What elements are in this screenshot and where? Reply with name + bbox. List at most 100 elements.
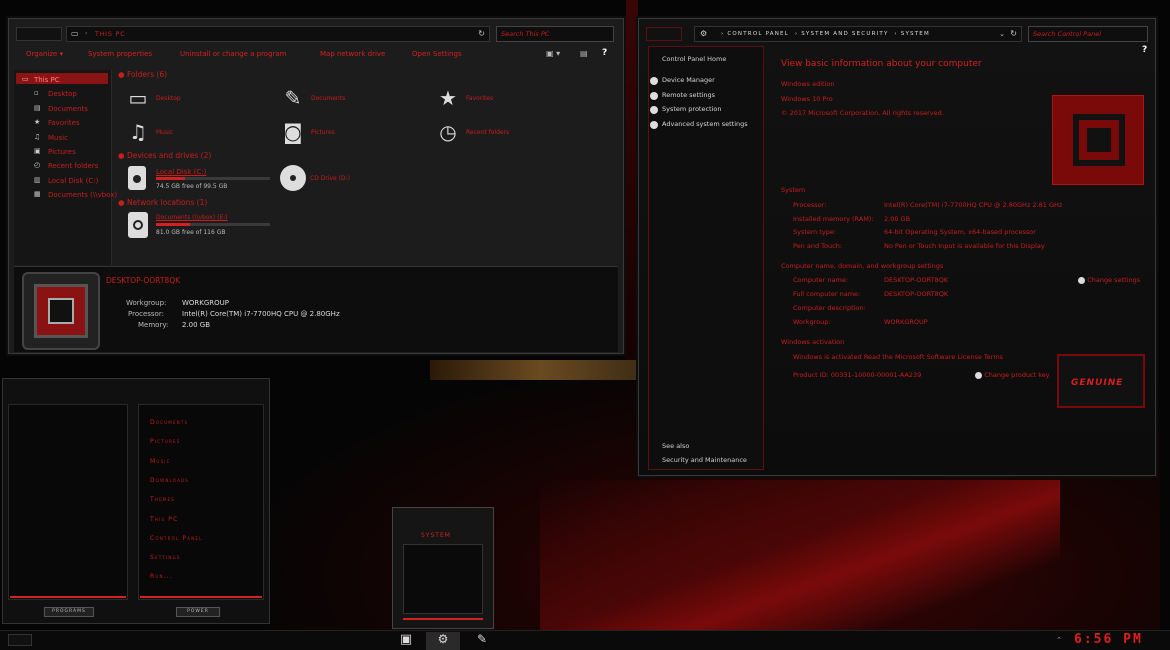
music-note-icon: ♫ <box>129 120 147 144</box>
sidebar-item-label: Documents (\\vbox) <box>48 191 118 200</box>
system-help-icon[interactable]: ? <box>1142 45 1147 55</box>
computer-name-label: Computer description: <box>793 304 866 312</box>
local-disk-usage-fill <box>156 177 185 180</box>
preview-pane-icon[interactable]: ▤ <box>580 49 588 58</box>
computer-name-label: Full computer name: <box>793 290 861 298</box>
devices-header: ● Devices and drives (2) <box>118 151 212 160</box>
taskbar-clock[interactable]: 6:56 PM <box>1074 632 1143 647</box>
memory-value: 2.00 GB <box>182 321 211 329</box>
map-network-drive-button[interactable]: Map network drive <box>320 50 385 58</box>
sidebar-item-1[interactable]: ▫ Desktop <box>20 89 108 100</box>
control-panel-search[interactable]: Search Control Panel <box>1028 26 1148 42</box>
breadcrumb-system[interactable]: System <box>901 31 930 37</box>
start-item-run-[interactable]: Run... <box>150 573 173 580</box>
sidebar-item-label: Local Disk (C:) <box>48 176 99 185</box>
local-disk-item[interactable]: Local Disk (C:) 74.5 GB free of 99.5 GB <box>126 164 276 192</box>
sidebar-link-device-manager[interactable]: Device Manager <box>662 76 715 84</box>
system-refresh-icon[interactable]: ↻ <box>1010 29 1017 38</box>
taskbar-settings-icon[interactable]: ⚙ <box>426 632 460 650</box>
address-dropdown-icon[interactable]: ⌄ <box>999 30 1005 38</box>
sidebar-link-system-protection[interactable]: System protection <box>662 105 722 113</box>
folder-music[interactable]: ♫ Music <box>126 120 266 146</box>
details-pane <box>14 266 618 352</box>
power-button[interactable]: POWER <box>176 607 220 617</box>
system-properties-button[interactable]: System properties <box>88 50 152 58</box>
nav-buttons[interactable] <box>16 27 62 41</box>
start-item-downloads[interactable]: Downloads <box>150 477 189 484</box>
computer-icon: ▭ <box>71 29 79 38</box>
this-pc-address-bar[interactable]: ▭ › This PC ↻ <box>66 26 490 42</box>
network-drive-icon: ▦ <box>34 190 41 199</box>
start-item-music[interactable]: Music <box>150 458 171 465</box>
sidebar-item-6[interactable]: ◴ Recent folders <box>20 161 108 172</box>
folder-recent-folders[interactable]: ◷ Recent folders <box>436 120 576 146</box>
organize-menu[interactable]: Organize ▾ <box>26 50 63 58</box>
tray-overflow-arrow[interactable]: ⌃ <box>1056 636 1062 644</box>
camera-icon: ◙ <box>283 120 303 144</box>
system-spec-label: Processor: <box>793 201 827 209</box>
sidebar-item-5[interactable]: ▣ Pictures <box>20 147 108 158</box>
star-icon: ★ <box>439 86 457 110</box>
taskbar-preview[interactable]: System <box>392 507 494 629</box>
start-item-control-panel[interactable]: Control Panel <box>150 535 203 542</box>
this-pc-search[interactable]: Search This PC <box>496 26 614 42</box>
local-disk-usage-bar <box>156 177 270 180</box>
breadcrumb-control-panel[interactable]: Control Panel <box>727 31 789 37</box>
start-item-settings[interactable]: Settings <box>150 554 181 561</box>
start-item-documents[interactable]: Documents <box>150 419 188 426</box>
sidebar-item-8[interactable]: ▦ Documents (\\vbox) <box>20 190 117 201</box>
folder-pictures[interactable]: ◙ Pictures <box>281 120 421 146</box>
cd-drive-item[interactable]: CD Drive (D:) <box>280 164 400 192</box>
preview-thumbnail <box>403 544 483 614</box>
sidebar-item-7[interactable]: ▥ Local Disk (C:) <box>20 176 108 187</box>
change-settings-link[interactable]: Change settings <box>1078 276 1140 284</box>
local-disk-free-space: 74.5 GB free of 99.5 GB <box>156 183 228 190</box>
processor-value: Intel(R) Core(TM) i7-7700HQ CPU @ 2.80GH… <box>182 310 340 318</box>
folders-header: ● Folders (6) <box>118 70 168 79</box>
control-panel-home-link[interactable]: Control Panel Home <box>662 55 726 63</box>
computer-name-header: Computer name, domain, and workgroup set… <box>781 262 944 270</box>
breadcrumb-system-security[interactable]: System and Security <box>801 31 888 37</box>
shield-icon <box>650 77 658 85</box>
sidebar-item-label: Documents <box>48 104 88 113</box>
start-item-this-pc[interactable]: This PC <box>150 516 179 523</box>
computer-name-value: DESKTOP-OORT8QK <box>884 276 949 284</box>
taskbar-explorer-icon[interactable]: ▣ <box>396 632 416 650</box>
start-item-pictures[interactable]: Pictures <box>150 438 180 445</box>
pc-chip-image <box>22 272 100 350</box>
sidebar-item-label: Recent folders <box>48 162 99 171</box>
this-pc-address-text: This PC <box>95 31 126 38</box>
system-nav-buttons[interactable] <box>646 27 682 41</box>
activation-status[interactable]: Windows is activated Read the Microsoft … <box>793 353 1003 361</box>
sidebar-item-0[interactable]: ▭ This PC <box>20 75 108 86</box>
network-drive-item[interactable]: Documents (\\vbox) (E:) 81.0 GB free of … <box>126 210 276 240</box>
system-address-bar[interactable]: ⚙ › Control Panel › System and Security … <box>694 26 1022 42</box>
breadcrumb: › Control Panel › System and Security › … <box>721 31 930 37</box>
picture-icon: ▣ <box>34 147 41 155</box>
change-product-key-link[interactable]: Change product key <box>975 371 1050 379</box>
start-button[interactable] <box>8 634 32 646</box>
programs-button[interactable]: PROGRAMS <box>44 607 94 617</box>
help-icon[interactable]: ? <box>602 48 607 58</box>
view-options-icon[interactable]: ▣ ▾ <box>546 49 560 58</box>
sidebar-item-3[interactable]: ★ Favorites <box>20 118 108 129</box>
music-icon: ♫ <box>34 132 41 141</box>
security-maintenance-link[interactable]: Security and Maintenance <box>662 456 747 464</box>
uninstall-program-button[interactable]: Uninstall or change a program <box>180 50 287 58</box>
sidebar-item-2[interactable]: ▤ Documents <box>20 104 108 115</box>
change-product-key-label: Change product key <box>984 371 1050 379</box>
system-heading: View basic information about your comput… <box>781 59 982 69</box>
refresh-icon[interactable]: ↻ <box>478 29 485 38</box>
computer-name-label: Workgroup: <box>793 318 831 326</box>
folders-header-label: Folders (6) <box>126 70 168 79</box>
folder-favorites[interactable]: ★ Favorites <box>436 86 576 112</box>
folder-documents[interactable]: ✎ Documents <box>281 86 421 112</box>
taskbar-paint-icon[interactable]: ✎ <box>470 632 494 650</box>
folder-desktop[interactable]: ▭ Desktop <box>126 86 266 112</box>
start-item-themes[interactable]: Themes <box>150 496 175 503</box>
sidebar-item-4[interactable]: ♫ Music <box>20 133 108 144</box>
sidebar-link-remote-settings[interactable]: Remote settings <box>662 91 715 99</box>
sidebar-link-advanced-system-settings[interactable]: Advanced system settings <box>662 120 748 128</box>
network-drive-usage-fill <box>156 223 191 226</box>
open-settings-button[interactable]: Open Settings <box>412 50 462 58</box>
